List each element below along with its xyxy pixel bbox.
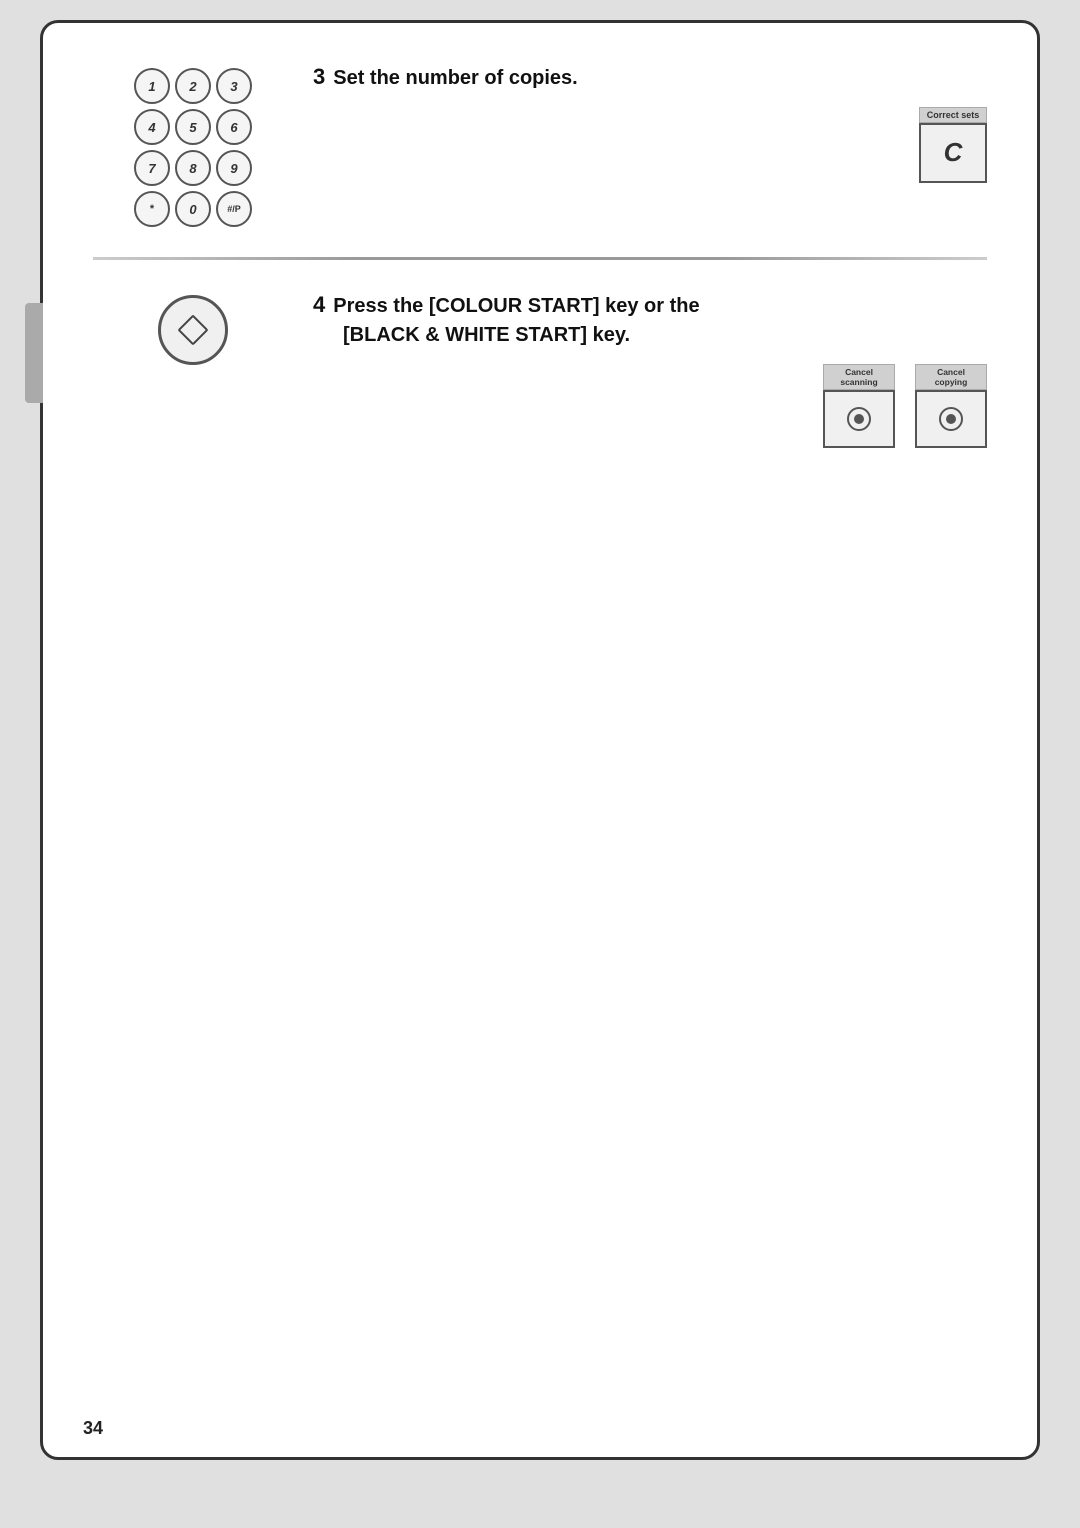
key-9[interactable]: 9 bbox=[216, 150, 252, 186]
cancel-buttons-row: Cancel scanning Cancel copying bbox=[313, 364, 987, 448]
key-hash[interactable]: #/P bbox=[216, 191, 252, 227]
correct-sets-label: Correct sets bbox=[919, 107, 987, 123]
stop-scanning-icon bbox=[847, 407, 871, 431]
step4-heading-line2: [BLACK & WHITE START] key. bbox=[343, 324, 630, 346]
correct-sets-button[interactable]: C bbox=[919, 123, 987, 183]
section-divider bbox=[93, 257, 987, 260]
key-7[interactable]: 7 bbox=[134, 150, 170, 186]
correct-sets-group: Correct sets C bbox=[313, 107, 987, 183]
key-4[interactable]: 4 bbox=[134, 109, 170, 145]
key-6[interactable]: 6 bbox=[216, 109, 252, 145]
step3-left: 1 2 3 4 5 6 7 8 9 * 0 #/P bbox=[93, 63, 293, 227]
page-number: 34 bbox=[83, 1418, 103, 1439]
step4-heading: 4 Press the [COLOUR START] key or the [BL… bbox=[313, 290, 987, 349]
cancel-copying-button[interactable] bbox=[915, 390, 987, 448]
cancel-copying-label: Cancel copying bbox=[915, 364, 987, 390]
cancel-copying-wrapper: Cancel copying bbox=[915, 364, 987, 448]
diamond-icon bbox=[177, 314, 208, 345]
step3-right: 3 Set the number of copies. Correct sets … bbox=[293, 63, 987, 183]
cancel-scanning-label: Cancel scanning bbox=[823, 364, 895, 390]
stop-copying-inner bbox=[946, 414, 956, 424]
start-button[interactable] bbox=[158, 295, 228, 365]
step3-heading: 3 Set the number of copies. bbox=[313, 63, 987, 92]
key-8[interactable]: 8 bbox=[175, 150, 211, 186]
key-1[interactable]: 1 bbox=[134, 68, 170, 104]
key-2[interactable]: 2 bbox=[175, 68, 211, 104]
step4-section: 4 Press the [COLOUR START] key or the [BL… bbox=[93, 290, 987, 448]
keypad: 1 2 3 4 5 6 7 8 9 * 0 #/P bbox=[134, 68, 252, 227]
step3-heading-text: Set the number of copies. bbox=[333, 67, 577, 89]
step4-number: 4 bbox=[313, 292, 325, 317]
key-3[interactable]: 3 bbox=[216, 68, 252, 104]
step4-heading-line1: Press the [COLOUR START] key or the bbox=[333, 295, 699, 317]
correct-sets-symbol: C bbox=[944, 137, 963, 168]
stop-scanning-inner bbox=[854, 414, 864, 424]
step4-right: 4 Press the [COLOUR START] key or the [BL… bbox=[293, 290, 987, 448]
step3-number: 3 bbox=[313, 64, 325, 89]
key-star[interactable]: * bbox=[134, 191, 170, 227]
step4-left bbox=[93, 290, 293, 365]
cancel-scanning-wrapper: Cancel scanning bbox=[823, 364, 895, 448]
key-5[interactable]: 5 bbox=[175, 109, 211, 145]
key-0[interactable]: 0 bbox=[175, 191, 211, 227]
stop-copying-icon bbox=[939, 407, 963, 431]
cancel-scanning-button[interactable] bbox=[823, 390, 895, 448]
correct-sets-wrapper: Correct sets C bbox=[919, 107, 987, 183]
step3-section: 1 2 3 4 5 6 7 8 9 * 0 #/P 3 Set the numbe… bbox=[93, 63, 987, 227]
page-container: 1 2 3 4 5 6 7 8 9 * 0 #/P 3 Set the numbe… bbox=[40, 20, 1040, 1460]
side-tab bbox=[25, 303, 43, 403]
